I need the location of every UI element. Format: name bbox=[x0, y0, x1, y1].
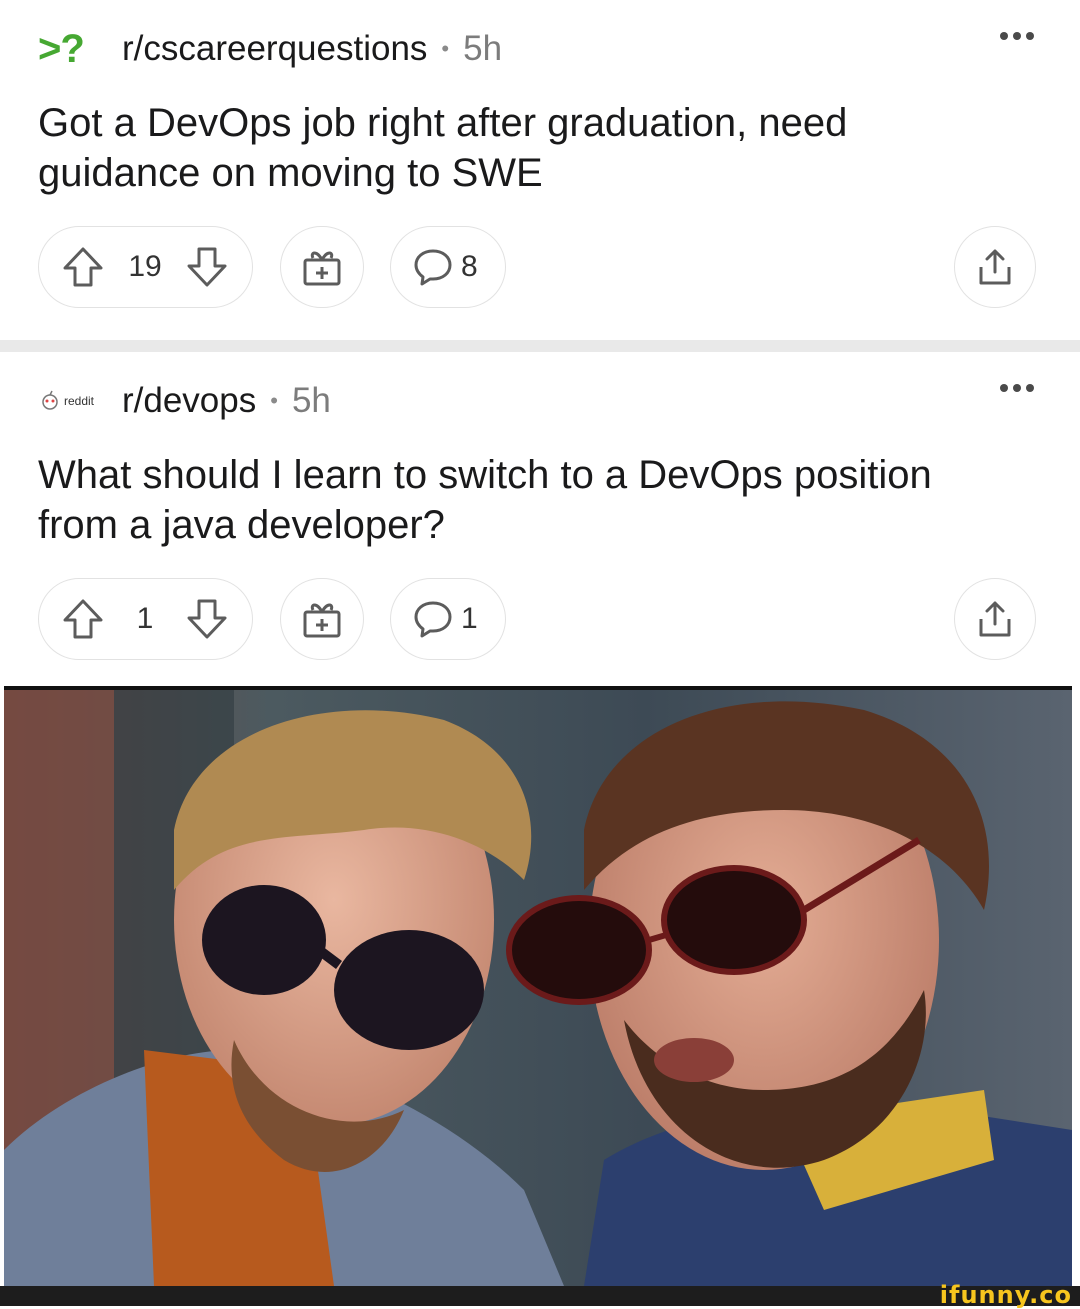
award-button[interactable] bbox=[280, 578, 364, 660]
separator-dot: • bbox=[441, 36, 450, 61]
post-header: >? r/cscareerquestions • 5h bbox=[38, 24, 502, 74]
dot-icon bbox=[1013, 32, 1021, 40]
post-time: 5h bbox=[463, 29, 503, 68]
gift-icon bbox=[303, 251, 341, 286]
reddit-logo-text: reddit bbox=[64, 394, 95, 408]
post-card[interactable]: reddit r/devops • 5h What should I learn… bbox=[0, 352, 1080, 682]
arrow-up-icon bbox=[63, 599, 103, 639]
meme-illustration bbox=[4, 690, 1072, 1286]
post-title[interactable]: Got a DevOps job right after graduation,… bbox=[38, 98, 1018, 198]
comment-icon bbox=[414, 601, 452, 638]
vote-control: 1 bbox=[38, 578, 253, 660]
share-icon bbox=[979, 601, 1011, 637]
separator-dot: • bbox=[270, 388, 278, 413]
post-card[interactable]: >? r/cscareerquestions • 5h Got a DevOps… bbox=[0, 0, 1080, 340]
subreddit-icon-text: >? bbox=[38, 26, 85, 71]
more-options-button[interactable] bbox=[1000, 380, 1034, 396]
gift-icon bbox=[303, 603, 341, 638]
snoo-icon bbox=[42, 390, 58, 410]
subreddit-name[interactable]: r/devops bbox=[122, 381, 256, 421]
subreddit-name[interactable]: r/cscareerquestions bbox=[122, 29, 427, 69]
meme-image bbox=[4, 686, 1072, 1286]
arrow-down-icon bbox=[187, 599, 227, 639]
dot-icon bbox=[1000, 384, 1008, 392]
share-icon bbox=[979, 249, 1011, 285]
comments-button[interactable]: 8 bbox=[390, 226, 506, 308]
downvote-button[interactable] bbox=[185, 245, 229, 289]
footer-bar bbox=[0, 1286, 1080, 1306]
post-header: reddit r/devops • 5h bbox=[38, 376, 331, 426]
more-options-button[interactable] bbox=[1000, 28, 1034, 44]
comment-icon bbox=[414, 249, 452, 286]
downvote-button[interactable] bbox=[185, 597, 229, 641]
post-actions: 1 1 bbox=[38, 578, 1036, 662]
upvote-button[interactable] bbox=[61, 245, 105, 289]
vote-count: 1 bbox=[136, 602, 154, 635]
vote-control: 19 bbox=[38, 226, 253, 308]
dot-icon bbox=[1013, 384, 1021, 392]
share-button[interactable] bbox=[954, 578, 1036, 660]
dot-icon bbox=[1026, 384, 1034, 392]
arrow-down-icon bbox=[187, 247, 227, 287]
vote-count: 19 bbox=[128, 250, 162, 283]
dot-icon bbox=[1026, 32, 1034, 40]
upvote-button[interactable] bbox=[61, 597, 105, 641]
comment-count: 1 bbox=[461, 602, 478, 635]
arrow-up-icon bbox=[63, 247, 103, 287]
comment-count: 8 bbox=[461, 250, 478, 283]
award-button[interactable] bbox=[280, 226, 364, 308]
ifunny-watermark: ifunny.co bbox=[939, 1281, 1072, 1309]
question-icon[interactable]: >? bbox=[38, 24, 100, 74]
post-divider bbox=[0, 340, 1080, 352]
reddit-logo-icon[interactable]: reddit bbox=[38, 376, 100, 426]
post-title[interactable]: What should I learn to switch to a DevOp… bbox=[38, 450, 1018, 550]
share-button[interactable] bbox=[954, 226, 1036, 308]
dot-icon bbox=[1000, 32, 1008, 40]
comments-button[interactable]: 1 bbox=[390, 578, 506, 660]
post-actions: 19 8 bbox=[38, 226, 1036, 310]
post-time: 5h bbox=[291, 381, 331, 420]
